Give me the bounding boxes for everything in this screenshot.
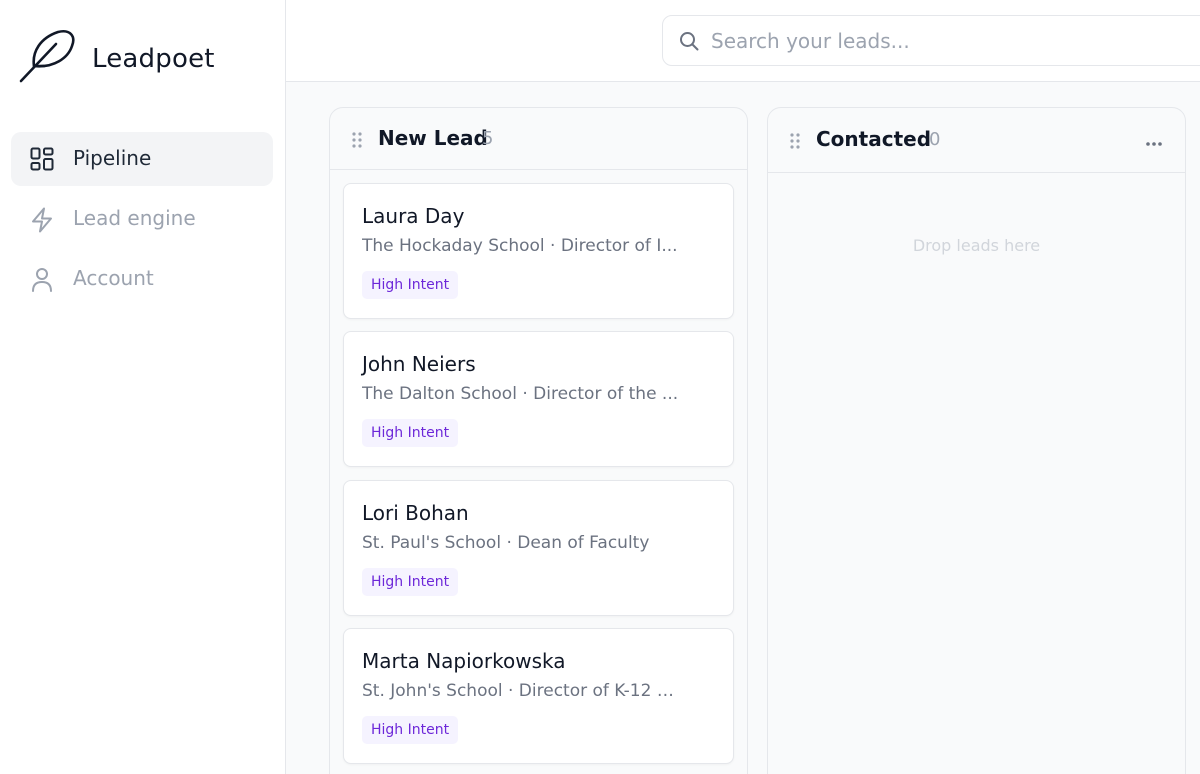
column-new-lead: New Lead 5 Laura Day The Hockaday School…: [329, 107, 748, 774]
sidebar-item-label: Account: [73, 266, 154, 290]
brand-name: Leadpoet: [92, 44, 215, 74]
sidebar: Leadpoet Pipeline Lead engine Account: [0, 0, 286, 774]
intent-badge: High Intent: [362, 271, 459, 299]
column-contacted: Contacted 0 Drop leads here: [767, 107, 1186, 774]
app-root: Leadpoet Pipeline Lead engine Account Se…: [0, 0, 1200, 774]
brand[interactable]: Leadpoet: [18, 26, 214, 84]
sidebar-nav: Pipeline Lead engine Account: [11, 132, 273, 312]
sidebar-item-label: Pipeline: [73, 146, 152, 170]
sidebar-item-lead-engine[interactable]: Lead engine: [11, 192, 273, 246]
more-options-icon[interactable]: [1145, 132, 1163, 151]
column-count: 5: [482, 128, 494, 149]
lead-subtitle: St. Paul's School · Dean of Faculty: [362, 533, 650, 553]
intent-badge: High Intent: [362, 568, 459, 596]
column-count: 0: [929, 129, 941, 150]
intent-badge: High Intent: [362, 419, 459, 447]
column-title: Contacted: [816, 127, 932, 151]
grid-icon: [30, 147, 54, 171]
sidebar-item-account[interactable]: Account: [11, 252, 273, 306]
column-header: Contacted 0: [768, 108, 1185, 173]
feather-icon: [18, 26, 76, 84]
lead-subtitle: The Dalton School · Director of the ...: [362, 384, 679, 404]
lead-name: Marta Napiorkowska: [362, 649, 566, 673]
drag-handle-icon[interactable]: [352, 132, 362, 152]
lead-name: Laura Day: [362, 204, 465, 228]
search-input[interactable]: [711, 16, 1191, 65]
search-icon: [679, 31, 699, 55]
intent-badge: High Intent: [362, 716, 459, 744]
column-title: New Lead: [378, 126, 488, 150]
lead-subtitle: The Hockaday School · Director of I...: [362, 236, 678, 256]
sidebar-item-label: Lead engine: [73, 206, 196, 230]
user-icon: [30, 267, 54, 292]
drag-handle-icon[interactable]: [790, 133, 800, 153]
bolt-icon: [30, 207, 54, 233]
sidebar-item-pipeline[interactable]: Pipeline: [11, 132, 273, 186]
lead-name: Lori Bohan: [362, 501, 469, 525]
column-header: New Lead 5: [330, 108, 747, 170]
lead-card[interactable]: John Neiers The Dalton School · Director…: [343, 331, 734, 467]
lead-card[interactable]: Laura Day The Hockaday School · Director…: [343, 183, 734, 319]
drop-zone-hint: Drop leads here: [912, 236, 1041, 255]
pipeline-board: New Lead 5 Laura Day The Hockaday School…: [286, 82, 1200, 774]
lead-name: John Neiers: [362, 352, 476, 376]
lead-subtitle: St. John's School · Director of K-12 C..…: [362, 681, 682, 701]
topbar: [286, 0, 1200, 82]
search-box[interactable]: [662, 15, 1200, 66]
lead-card[interactable]: Lori Bohan St. Paul's School · Dean of F…: [343, 480, 734, 616]
lead-card[interactable]: Marta Napiorkowska St. John's School · D…: [343, 628, 734, 764]
